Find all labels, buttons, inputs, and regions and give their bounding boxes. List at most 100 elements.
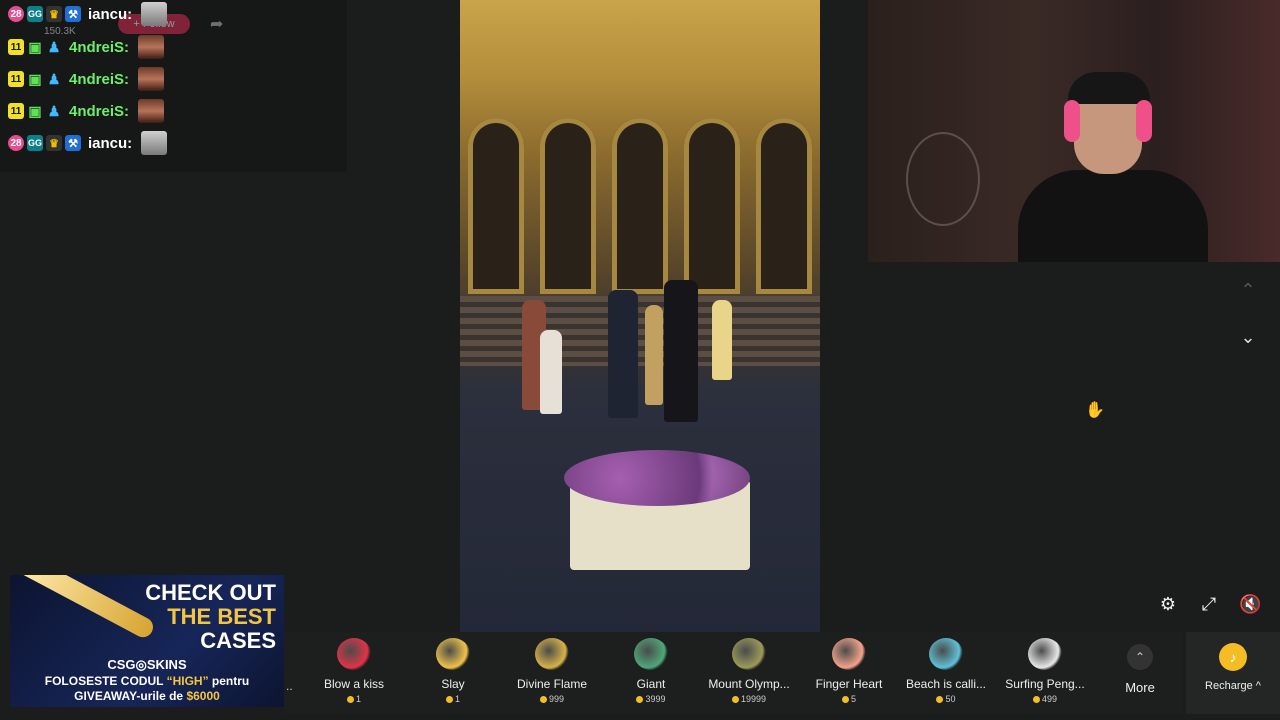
- gift-item[interactable]: Beach is calli... 50: [897, 638, 995, 710]
- coin-icon: [1032, 696, 1040, 704]
- recharge-button[interactable]: ♪ Recharge ^: [1186, 632, 1280, 714]
- gift-item[interactable]: Surfing Peng... 499: [996, 638, 1094, 710]
- gg-badge-icon: GG: [27, 6, 43, 22]
- gg-badge-icon: GG: [27, 135, 43, 151]
- chevron-up-icon: ⌃: [1127, 644, 1153, 670]
- flowers: [564, 450, 750, 506]
- gift-price: 50: [897, 694, 995, 704]
- gift-item[interactable]: Mount Olymp... 19999: [700, 638, 798, 710]
- gift-name: Divine Flame: [516, 677, 588, 691]
- gift-price-value: 19999: [740, 694, 767, 704]
- ad-promo-code: FOLOSESTE CODUL “HIGH” pentru: [44, 674, 250, 688]
- gift-price: 19999: [700, 694, 798, 704]
- gift-icon: [929, 638, 963, 670]
- recharge-label: Recharge ^: [1205, 680, 1261, 692]
- gift-name: Giant: [636, 677, 666, 691]
- main-video[interactable]: [460, 0, 820, 632]
- gift-icon: [535, 638, 569, 670]
- headphones: [1136, 100, 1152, 142]
- wall-decoration: [906, 132, 980, 226]
- sponsor-ad[interactable]: CHECK OUT THE BEST CASES CSG◎SKINS FOLOS…: [10, 575, 284, 707]
- ad-headline: CHECK OUT THE BEST CASES: [145, 580, 276, 653]
- emote-image: [141, 131, 168, 155]
- gift-price-value: 1: [454, 694, 460, 704]
- streamer-body: [1018, 170, 1208, 262]
- gift-edge-text: ..: [286, 679, 293, 693]
- subscriber-badge-icon: ♟: [47, 70, 61, 87]
- person-figure: [645, 305, 663, 405]
- chat-overlay: 150.3K + Follow ➦ 28 GG ♛ ⚒ iancu: 11 ▣ …: [0, 0, 347, 172]
- gift-name: Surfing Peng...: [1005, 677, 1085, 691]
- mute-icon[interactable]: 🔇: [1239, 593, 1261, 615]
- crown-badge-icon: ♛: [46, 6, 62, 22]
- headphones: [1064, 100, 1080, 142]
- gift-icon: [732, 638, 766, 670]
- coin-icon: [539, 696, 547, 704]
- gift-price-value: 1: [355, 694, 361, 704]
- coin-icon: ♪: [1219, 643, 1247, 671]
- gift-icon: [1028, 638, 1062, 670]
- gift-icon: [436, 638, 470, 670]
- gift-item[interactable]: Divine Flame 999: [503, 638, 601, 710]
- gift-price: 499: [996, 694, 1094, 704]
- emote-image: [138, 67, 165, 91]
- gift-item[interactable]: Giant 3999: [602, 638, 700, 710]
- level-badge: 11: [8, 71, 24, 87]
- moderator-badge-icon: ⚒: [65, 6, 81, 22]
- chat-username[interactable]: iancu:: [88, 6, 132, 23]
- chat-username[interactable]: iancu:: [88, 135, 132, 152]
- ad-brand: CSG◎SKINS: [107, 657, 187, 672]
- gift-item[interactable]: Finger Heart 5: [800, 638, 898, 710]
- subscriber-badge-icon: ♟: [47, 102, 61, 119]
- coin-icon: [346, 696, 354, 704]
- gift-name: Beach is calli...: [905, 677, 987, 691]
- level-badge: 28: [8, 135, 24, 151]
- coin-icon: [841, 696, 849, 704]
- gift-name: Finger Heart: [815, 677, 883, 691]
- chat-username[interactable]: 4ndreiS:: [69, 39, 129, 56]
- chevron-up-icon[interactable]: ⌃: [1236, 278, 1260, 302]
- gift-name: Blow a kiss: [323, 677, 385, 691]
- chat-username[interactable]: 4ndreiS:: [69, 103, 129, 120]
- gift-icon: [337, 638, 371, 670]
- emote-image: [138, 99, 165, 123]
- chevron-down-icon[interactable]: ⌄: [1236, 325, 1260, 349]
- gift-price: 1: [404, 694, 502, 704]
- chat-message: 11 ▣ ♟ 4ndreiS:: [8, 65, 165, 93]
- gift-price-value: 5: [850, 694, 856, 704]
- settings-icon[interactable]: ⚙: [1157, 593, 1179, 615]
- gift-price-value: 499: [1041, 694, 1058, 704]
- more-gifts-button[interactable]: ⌃ More: [1110, 640, 1170, 706]
- building-arches: [460, 118, 820, 298]
- chat-username[interactable]: 4ndreiS:: [69, 71, 129, 88]
- gift-name: Mount Olymp...: [708, 677, 790, 691]
- crown-badge-icon: ♛: [46, 135, 62, 151]
- chat-message: 11 ▣ ♟ 4ndreiS:: [8, 97, 165, 125]
- gift-price: 999: [503, 694, 601, 704]
- moderator-badge-icon: ⚒: [65, 135, 81, 151]
- gift-price: 3999: [602, 694, 700, 704]
- gift-price-value: 999: [548, 694, 565, 704]
- webcam-feed: [868, 0, 1280, 262]
- share-icon[interactable]: ➦: [210, 14, 223, 34]
- gift-price: 1: [305, 694, 403, 704]
- level-badge: 11: [8, 39, 24, 55]
- level-badge: 28: [8, 6, 24, 22]
- gift-badge-icon: ▣: [28, 102, 42, 119]
- exit-fullscreen-icon[interactable]: ⤢: [1198, 593, 1220, 615]
- coin-icon: [936, 696, 944, 704]
- chat-message: 11 ▣ ♟ 4ndreiS:: [8, 33, 165, 61]
- gift-item[interactable]: Blow a kiss 1: [305, 638, 403, 710]
- person-figure: [712, 300, 732, 380]
- coin-icon: [731, 696, 739, 704]
- gift-icon: [634, 638, 668, 670]
- gift-item[interactable]: Slay 1: [404, 638, 502, 710]
- gift-badge-icon: ▣: [28, 38, 42, 55]
- emote-image: [141, 2, 168, 26]
- ad-giveaway: GIVEAWAY-urile de $6000: [74, 689, 220, 703]
- coin-icon: [636, 696, 644, 704]
- gift-price: 5: [800, 694, 898, 704]
- level-badge: 11: [8, 103, 24, 119]
- stairs: [460, 296, 820, 366]
- knife-graphic: [23, 575, 157, 641]
